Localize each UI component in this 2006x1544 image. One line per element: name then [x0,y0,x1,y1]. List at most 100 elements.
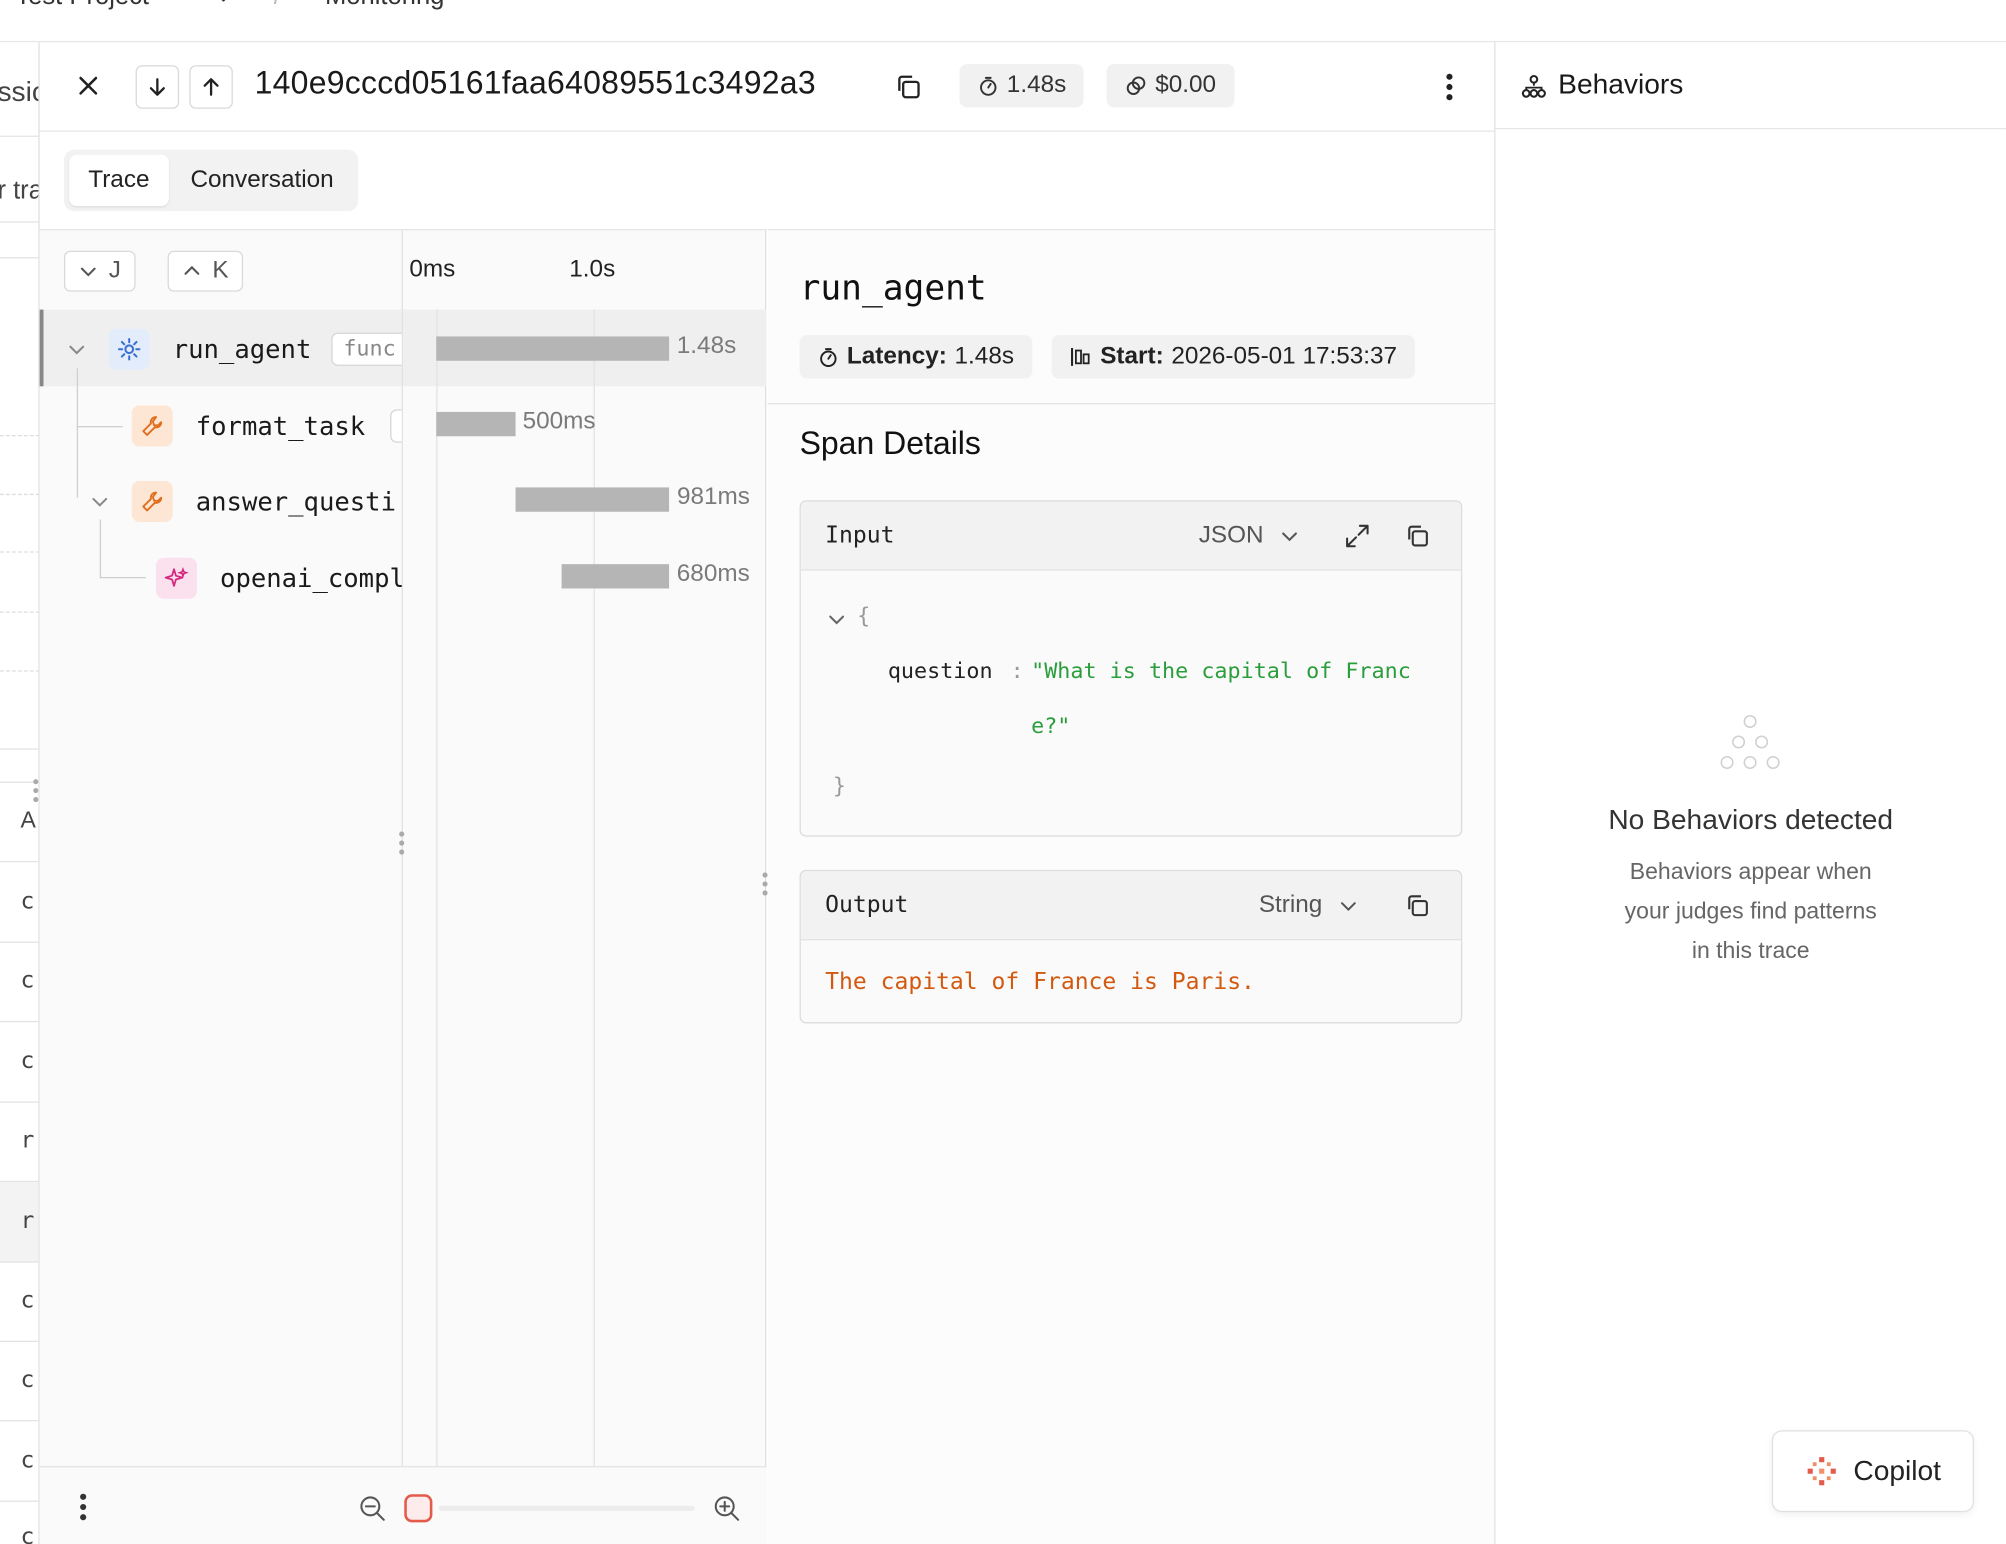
expand-icon[interactable] [1341,519,1374,552]
behaviors-icon [1521,74,1546,98]
span-name: run_agent [172,333,312,365]
gantt-icon [1071,347,1090,366]
table-row[interactable]: c [20,1366,34,1393]
behaviors-panel: Behaviors No Behaviors detected Behavior… [1495,42,2006,1544]
output-format-select[interactable]: String [1259,892,1358,920]
table-row[interactable]: c [20,888,34,915]
timeline-bar-duration: 1.48s [676,332,737,360]
trace-header: 140e9cccd05161faa64089551c3492a3 1.48s $… [39,42,1495,132]
breadcrumb-page[interactable]: Monitoring [325,0,444,12]
search-fragment[interactable]: r tra [0,177,38,206]
prev-trace-button[interactable] [189,65,233,109]
more-vertical-icon[interactable] [1432,68,1468,106]
start-label: Start: [1100,342,1164,370]
start-meta: Start: 2026-05-01 17:53:37 [1051,335,1415,379]
latency-chip: 1.48s [959,63,1085,108]
zoom-out-icon[interactable] [357,1493,388,1524]
collapse-chevron-icon[interactable] [826,609,846,629]
json-colon: : [1010,658,1024,685]
app-root: Test Project ⌄ / Monitoring ssic r tra A… [0,0,2006,1544]
span-title: run_agent [799,268,987,309]
timeline-bar[interactable] [436,411,515,437]
next-span-key: J [108,257,121,285]
more-vertical-icon[interactable] [70,1490,96,1523]
zoom-in-icon[interactable] [711,1493,742,1524]
trace-id: 140e9cccd05161faa64089551c3492a3 [254,65,816,102]
zoom-slider-track[interactable] [438,1505,695,1511]
input-label: Input [825,521,895,549]
empty-state-body: Behaviors appear when your judges find p… [1496,852,2006,971]
copy-icon[interactable] [1401,889,1434,922]
behaviors-header: Behaviors [1495,42,2006,130]
next-span-button[interactable]: J [63,250,135,292]
arrow-up-icon [203,78,219,96]
resize-handle[interactable] [33,779,39,803]
table-row[interactable]: c [20,1287,34,1314]
view-tabs: Trace Conversation [63,149,358,212]
next-trace-button[interactable] [135,65,180,109]
chevron-down-icon[interactable]: ⌄ [215,0,232,8]
timeline-tick: 1.0s [569,255,616,283]
close-icon[interactable] [70,68,106,104]
chevron-up-icon [184,265,200,275]
collapse-chevron-icon[interactable] [65,338,88,361]
timeline-bar-duration: 981ms [676,483,750,511]
timeline-tick: 0ms [409,255,456,283]
timeline-bar[interactable] [436,336,670,361]
prev-span-button[interactable]: K [167,250,243,292]
empty-state-line: in this trace [1691,937,1810,964]
table-row[interactable]: c [20,1048,34,1075]
input-format-select[interactable]: JSON [1199,522,1300,550]
wrench-icon [131,481,173,522]
span-node-openai-completion[interactable]: openai_compl [156,557,402,599]
tree-footer [39,1466,767,1544]
timeline-bar[interactable] [562,564,670,589]
span-node-run-agent[interactable]: run_agent func [108,328,402,370]
stopwatch-icon [980,76,997,96]
timeline: 0ms 1.0s 1.48s 500ms 981ms 680ms [403,230,766,1467]
empty-state-line: your judges find patterns [1624,898,1877,924]
copy-icon[interactable] [1401,519,1434,552]
trace-tree-pane: J K run_agent func format_task answer_qu… [39,228,768,1544]
resize-handle[interactable] [399,831,405,855]
chevron-down-icon [80,267,96,277]
table-row-selected[interactable]: r [20,1208,34,1235]
list-fragment: ssic [0,75,38,108]
table-row[interactable]: c [20,1447,34,1474]
table-row[interactable]: r [20,1127,34,1154]
copilot-button[interactable]: Copilot [1771,1430,1974,1513]
behaviors-title: Behaviors [1558,67,1684,100]
empty-state-dots-icon [1720,715,1780,769]
span-tree: J K run_agent func format_task answer_qu… [40,230,403,1467]
trace-panel: 140e9cccd05161faa64089551c3492a3 1.48s $… [39,42,1496,1544]
zoom-slider-handle[interactable] [404,1494,433,1523]
coins-icon [1126,76,1146,95]
empty-state-line: Behaviors appear when [1629,858,1872,884]
start-value: 2026-05-01 17:53:37 [1171,342,1398,370]
span-node-answer-question[interactable]: answer_questi [131,481,397,522]
table-row[interactable]: c [20,967,34,994]
latency-meta: Latency: 1.48s [799,335,1032,379]
copy-icon[interactable] [889,68,927,106]
chevron-down-icon [1340,902,1356,912]
output-value: The capital of France is Paris. [825,968,1255,996]
timeline-bar-duration: 680ms [676,560,750,588]
collapse-chevron-icon[interactable] [88,490,111,513]
arrow-down-icon [149,78,165,96]
input-card: Input JSON { question : "What is the cap… [799,500,1463,837]
tab-trace[interactable]: Trace [69,154,169,206]
latency-value: 1.48s [1006,71,1067,99]
span-node-format-task[interactable]: format_task [131,405,402,447]
breadcrumb-project[interactable]: Test Project [15,0,149,12]
output-card-header: Output String [800,871,1461,941]
span-name: format_task [195,410,366,442]
timeline-bar[interactable] [514,487,670,512]
wrench-icon [131,405,173,447]
tab-conversation[interactable]: Conversation [171,155,353,206]
input-card-header: Input JSON [800,501,1461,571]
span-name: answer_questi [195,486,397,517]
span-type-tag: func [331,332,402,366]
timeline-bar-duration: 500ms [522,408,596,435]
json-close-brace: } [832,773,846,800]
table-row[interactable]: c [20,1524,34,1544]
